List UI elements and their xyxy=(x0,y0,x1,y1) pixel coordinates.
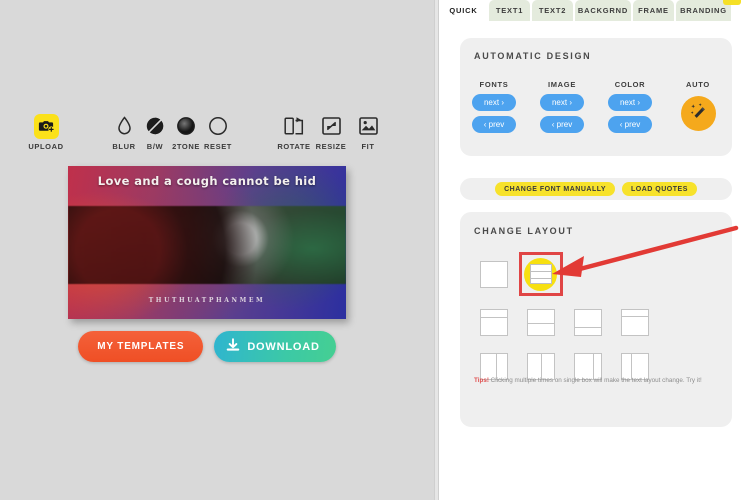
layout-option-selected[interactable] xyxy=(517,248,564,300)
fonts-prev-button[interactable]: ‹ prev xyxy=(472,116,516,133)
auto-generate-button[interactable] xyxy=(680,96,716,131)
tips-text: Clicking multiple times on single box wi… xyxy=(488,377,702,384)
layout-option-blank[interactable] xyxy=(470,248,517,300)
app-root: UPLOAD BLUR B/W 2TONE RESET ROTATE RESIZ… xyxy=(0,0,750,500)
image-toolbar: UPLOAD BLUR B/W 2TONE RESET ROTATE RESIZ… xyxy=(0,112,434,160)
fonts-next-button[interactable]: next › xyxy=(472,94,516,111)
editor-action-bar: MY TEMPLATES DOWNLOAD xyxy=(68,331,346,362)
layout-thumb-h4 xyxy=(620,308,649,336)
card-photo-shade xyxy=(68,206,346,284)
color-next-button[interactable]: next › xyxy=(608,94,652,111)
tab-quick[interactable]: QUICK xyxy=(440,0,487,21)
tab-text2[interactable]: TEXT2 xyxy=(532,0,573,21)
layout-option-h-top-large[interactable] xyxy=(564,300,611,344)
layout-thumb-h2 xyxy=(526,308,555,336)
empty-circle-icon xyxy=(192,112,244,140)
layout-row-1 xyxy=(470,248,722,300)
layout-selected-highlight xyxy=(524,257,557,291)
change-layout-panel: CHANGE LAYOUT Tips! Clicking multiple ti… xyxy=(460,212,732,427)
tool-label: RESET xyxy=(203,142,232,151)
layout-thumb-selected xyxy=(529,264,552,284)
automatic-design-panel: AUTOMATIC DESIGN FONTS next › ‹ prev IMA… xyxy=(460,38,732,156)
color-label: COLOR xyxy=(614,80,646,89)
tool-label: FIT xyxy=(361,142,375,151)
layout-thumb-h3 xyxy=(573,308,602,336)
camera-plus-icon xyxy=(20,112,72,140)
tab-label: FRAME xyxy=(638,6,669,15)
image-label: IMAGE xyxy=(547,80,577,89)
image-prev-button[interactable]: ‹ prev xyxy=(540,116,584,133)
color-control-group: COLOR next › ‹ prev xyxy=(596,80,664,133)
change-font-manually-button[interactable]: CHANGE FONT MANUALLY xyxy=(495,182,616,196)
image-next-button[interactable]: next › xyxy=(540,94,584,111)
image-control-group: IMAGE next › ‹ prev xyxy=(528,80,596,133)
fonts-label: FONTS xyxy=(479,80,509,89)
auto-control-group: AUTO xyxy=(664,80,732,133)
card-branding-text: THUTHUATPHANMEM xyxy=(148,297,266,304)
layout-option-h-top-small[interactable] xyxy=(611,300,658,344)
fit-image-icon xyxy=(342,112,394,140)
automatic-design-controls: FONTS next › ‹ prev IMAGE next › ‹ prev … xyxy=(460,80,732,133)
magic-wand-icon xyxy=(687,100,709,127)
download-button[interactable]: DOWNLOAD xyxy=(214,331,336,362)
tab-label: TEXT1 xyxy=(495,6,524,15)
tab-label: TEXT2 xyxy=(538,6,567,15)
quick-actions-panel: CHANGE FONT MANUALLY LOAD QUOTES xyxy=(460,178,732,200)
fonts-control-group: FONTS next › ‹ prev xyxy=(460,80,528,133)
tool-reset[interactable]: RESET xyxy=(192,112,244,151)
tab-frame[interactable]: FRAME xyxy=(633,0,674,21)
tab-backgrnd[interactable]: BACKGRND xyxy=(575,0,631,21)
tab-text1[interactable]: TEXT1 xyxy=(489,0,530,21)
tab-label: BACKGRND xyxy=(577,6,629,15)
automatic-design-title: AUTOMATIC DESIGN xyxy=(474,51,592,61)
my-templates-button[interactable]: MY TEMPLATES xyxy=(78,331,204,362)
layout-option-h-top-thin[interactable] xyxy=(470,300,517,344)
layout-row-2 xyxy=(470,300,722,344)
color-prev-button[interactable]: ‹ prev xyxy=(608,116,652,133)
load-quotes-button[interactable]: LOAD QUOTES xyxy=(622,182,697,196)
layout-thumb-h1 xyxy=(479,308,508,336)
change-layout-title: CHANGE LAYOUT xyxy=(474,226,574,236)
design-preview-card[interactable]: Love and a cough cannot be hid THUTHUATP… xyxy=(68,166,346,319)
layout-thumb-blank xyxy=(479,260,508,288)
tool-fit[interactable]: FIT xyxy=(342,112,394,151)
tool-upload[interactable]: UPLOAD xyxy=(20,112,72,151)
settings-pane: QUICK TEXT1 TEXT2 BACKGRND FRAME BRANDIN… xyxy=(440,0,750,500)
branding-highlight-marker xyxy=(723,0,741,5)
tool-label: UPLOAD xyxy=(28,142,64,151)
tab-label: QUICK xyxy=(449,6,478,15)
download-button-label: DOWNLOAD xyxy=(247,340,320,353)
tab-label: BRANDING xyxy=(680,6,727,15)
settings-tabs: QUICK TEXT1 TEXT2 BACKGRND FRAME BRANDIN… xyxy=(440,0,750,21)
tips-prefix: Tips! xyxy=(474,377,489,384)
layout-option-h-top-mid[interactable] xyxy=(517,300,564,344)
layout-options-grid xyxy=(470,248,722,388)
editor-pane: UPLOAD BLUR B/W 2TONE RESET ROTATE RESIZ… xyxy=(0,0,434,500)
card-photo xyxy=(68,206,346,284)
download-icon xyxy=(226,337,240,356)
card-quote-text: Love and a cough cannot be hid xyxy=(97,174,317,188)
auto-label: AUTO xyxy=(686,80,710,89)
pane-divider xyxy=(434,0,439,500)
layout-selection-border xyxy=(518,252,563,296)
layout-tips: Tips! Clicking multiple times on single … xyxy=(474,376,714,386)
